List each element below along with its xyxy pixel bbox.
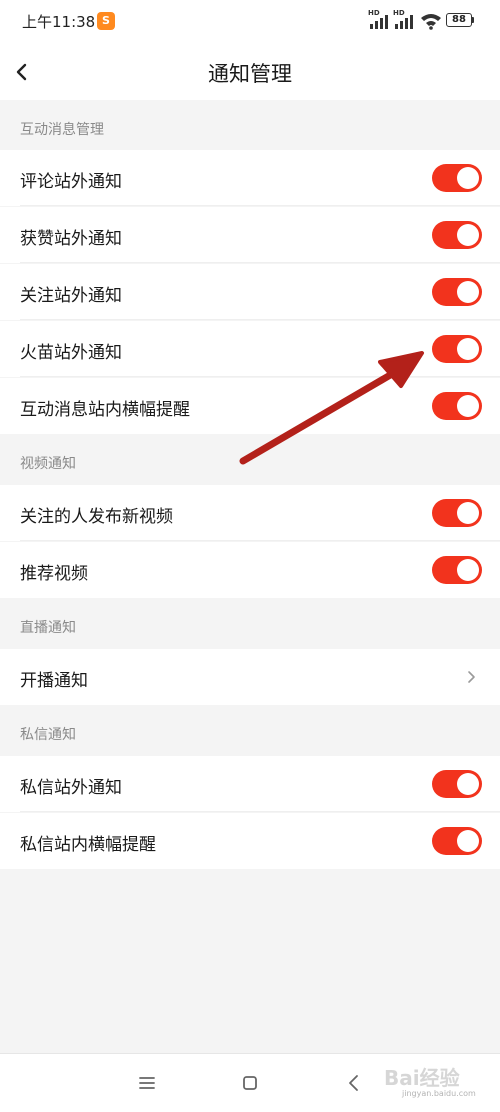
setting-label: 私信站外通知: [20, 778, 122, 798]
toggle-knob: [457, 281, 479, 303]
wifi-icon: [421, 14, 441, 30]
setting-label: 互动消息站内横幅提醒: [20, 400, 190, 420]
toggle-switch[interactable]: [432, 221, 482, 249]
menu-icon[interactable]: [134, 1070, 160, 1096]
toggle-knob: [457, 773, 479, 795]
setting-row-follow-push[interactable]: 关注站外通知: [0, 264, 500, 320]
setting-row-live-start[interactable]: 开播通知: [0, 649, 500, 705]
divider: [20, 811, 500, 812]
toggle-switch[interactable]: [432, 770, 482, 798]
setting-label: 获赞站外通知: [20, 229, 122, 249]
setting-row-recommended-video[interactable]: 推荐视频: [0, 542, 500, 598]
section-header-interaction: 互动消息管理: [0, 100, 500, 150]
divider: [20, 376, 500, 377]
section-header-live: 直播通知: [0, 598, 500, 648]
setting-row-dm-banner[interactable]: 私信站内横幅提醒: [0, 813, 500, 869]
toggle-knob: [457, 502, 479, 524]
status-bar: 上午11:38 S HD HD 88: [0, 0, 500, 44]
battery-icon: 88: [446, 13, 472, 27]
setting-label: 推荐视频: [20, 564, 88, 584]
toggle-knob: [457, 559, 479, 581]
section-title: 互动消息管理: [20, 122, 104, 138]
setting-label: 关注站外通知: [20, 286, 122, 306]
toggle-knob: [457, 338, 479, 360]
setting-row-followed-new-video[interactable]: 关注的人发布新视频: [0, 485, 500, 541]
setting-label: 开播通知: [20, 671, 88, 691]
divider: [20, 540, 500, 541]
setting-row-comment-push[interactable]: 评论站外通知: [0, 150, 500, 206]
back-nav-icon[interactable]: [341, 1070, 367, 1096]
toggle-switch[interactable]: [432, 827, 482, 855]
toggle-switch[interactable]: [432, 164, 482, 192]
navigation-bar: 通知管理: [0, 44, 500, 100]
setting-row-interaction-banner[interactable]: 互动消息站内横幅提醒: [0, 378, 500, 434]
setting-row-like-push[interactable]: 获赞站外通知: [0, 207, 500, 263]
toggle-switch[interactable]: [432, 556, 482, 584]
section-title: 直播通知: [20, 620, 76, 636]
watermark-logo: Bai经验: [384, 1066, 460, 1090]
setting-label: 关注的人发布新视频: [20, 507, 173, 527]
battery-tip: [472, 17, 474, 23]
setting-row-dm-push[interactable]: 私信站外通知: [0, 756, 500, 812]
setting-label: 私信站内横幅提醒: [20, 835, 156, 855]
section-header-dm: 私信通知: [0, 705, 500, 755]
toggle-switch[interactable]: [432, 278, 482, 306]
divider: [20, 262, 500, 263]
section-header-video: 视频通知: [0, 434, 500, 484]
setting-row-flame-push[interactable]: 火苗站外通知: [0, 321, 500, 377]
signal-icon: HD: [368, 9, 390, 30]
divider: [20, 319, 500, 320]
app-notification-icon: S: [97, 12, 115, 30]
toggle-knob: [457, 395, 479, 417]
setting-label: 评论站外通知: [20, 172, 122, 192]
toggle-switch[interactable]: [432, 335, 482, 363]
toggle-knob: [457, 830, 479, 852]
status-time: 上午11:38: [22, 13, 96, 31]
toggle-switch[interactable]: [432, 392, 482, 420]
section-title: 私信通知: [20, 727, 76, 743]
home-icon[interactable]: [237, 1070, 263, 1096]
toggle-knob: [457, 167, 479, 189]
section-title: 视频通知: [20, 456, 76, 472]
signal-hd-label: HD: [368, 9, 380, 17]
watermark-url: jingyan.baidu.com: [402, 1089, 476, 1098]
toggle-switch[interactable]: [432, 499, 482, 527]
signal-hd-label-2: HD: [393, 9, 405, 17]
setting-label: 火苗站外通知: [20, 343, 122, 363]
page-title: 通知管理: [208, 62, 292, 86]
divider: [20, 205, 500, 206]
chevron-right-icon: [468, 671, 475, 683]
toggle-knob: [457, 224, 479, 246]
signal-icon-2: HD: [393, 9, 415, 30]
